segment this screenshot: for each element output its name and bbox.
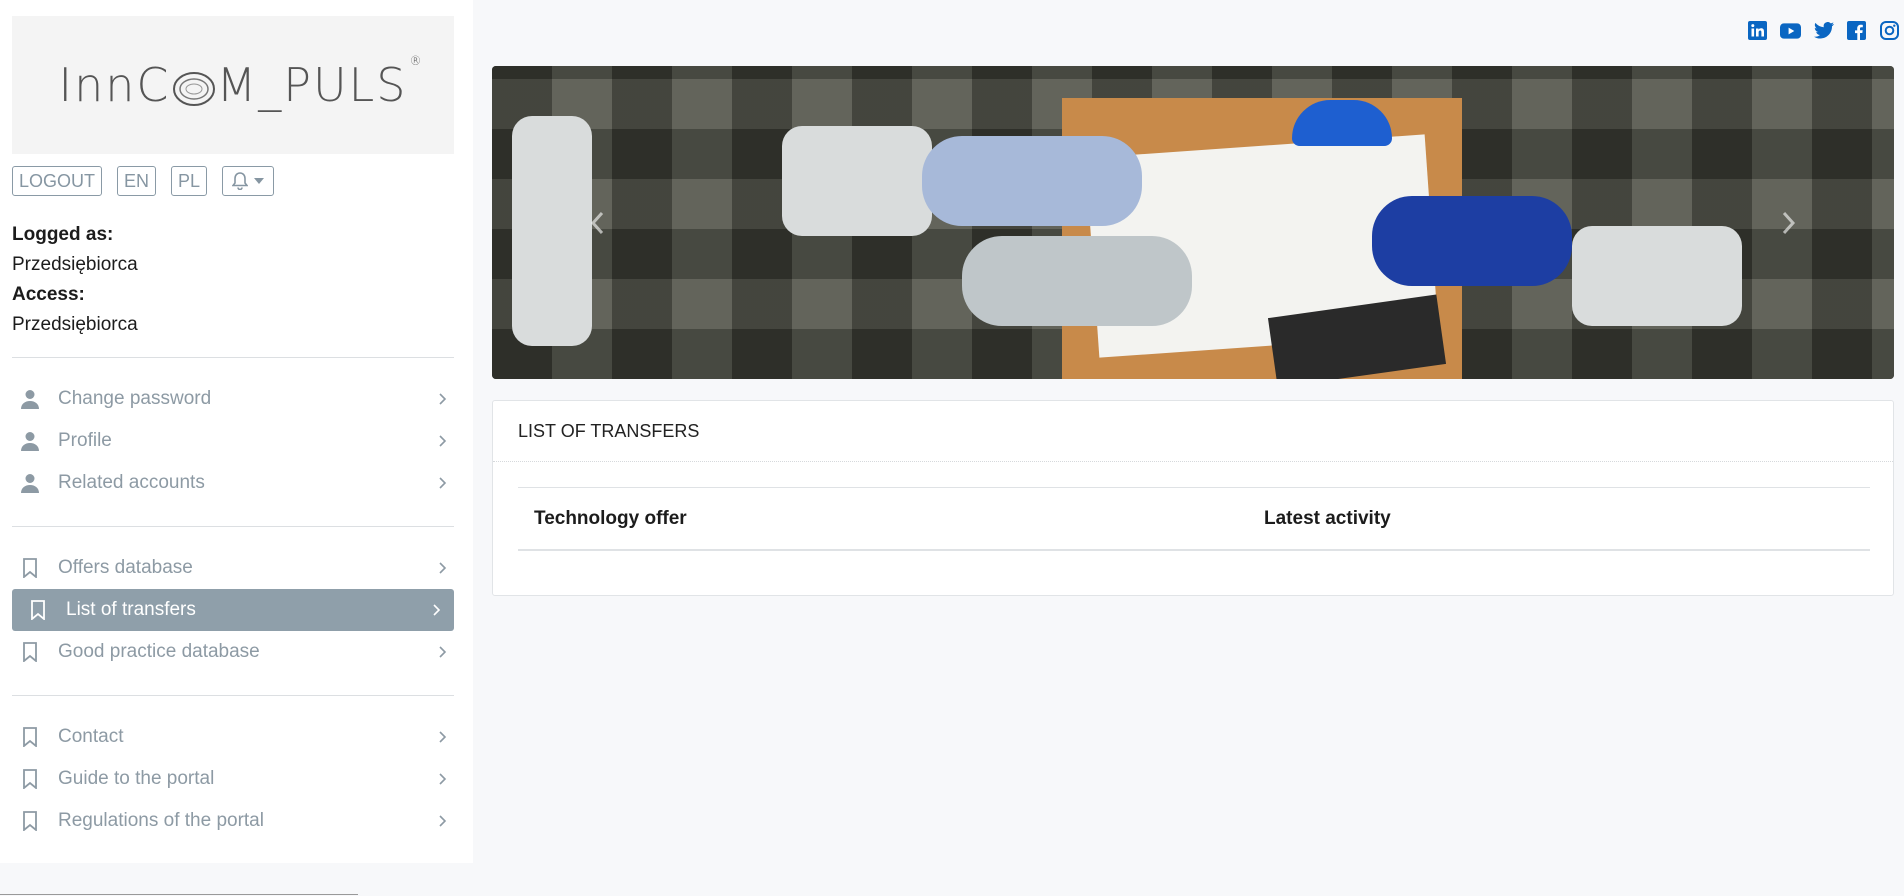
- linkedin-icon[interactable]: [1747, 20, 1768, 41]
- carousel-next-button[interactable]: [1774, 208, 1804, 238]
- caret-down-icon: [254, 178, 265, 184]
- menu-item-label: Regulations of the portal: [58, 810, 264, 831]
- transfers-card: LIST OF TRANSFERS Technology offer Lates…: [492, 400, 1894, 596]
- logo-c-letter: C: [136, 58, 171, 112]
- column-header-latest-activity[interactable]: Latest activity: [1264, 508, 1391, 530]
- menu-item-label: Offers database: [58, 557, 193, 578]
- transfers-table-header: Technology offer Latest activity: [518, 487, 1870, 551]
- banner-chair: [782, 126, 932, 236]
- logo-text: InnC M_PULS ®: [58, 54, 422, 112]
- chevron-right-icon: [439, 646, 447, 658]
- column-header-technology-offer[interactable]: Technology offer: [534, 508, 687, 530]
- bookmark-icon: [18, 640, 42, 664]
- chevron-right-icon: [1782, 211, 1796, 234]
- menu-item-guide[interactable]: Guide to the portal: [12, 758, 454, 800]
- divider: [12, 695, 454, 696]
- divider: [12, 526, 454, 527]
- bell-icon: [232, 172, 249, 190]
- social-links: [1747, 20, 1900, 41]
- menu-item-label: Change password: [58, 388, 212, 409]
- bookmark-icon: [18, 809, 42, 833]
- carousel-prev-button[interactable]: [582, 208, 612, 238]
- menu-item-label: Profile: [58, 430, 112, 451]
- menu-item-contact[interactable]: Contact: [12, 716, 454, 758]
- sidebar: InnC M_PULS ® LOGOUT EN PL Logged as: Prz…: [0, 0, 473, 863]
- chevron-right-icon: [439, 773, 447, 785]
- access-value: Przedsiębiorca: [12, 314, 138, 335]
- banner-carousel[interactable]: [492, 66, 1894, 379]
- logout-button[interactable]: LOGOUT: [12, 166, 103, 196]
- logo-text-part-2: M_PULS: [216, 58, 408, 112]
- scrollbar-edge: [0, 894, 358, 895]
- access-label: Access:: [12, 284, 85, 305]
- menu-item-label: Good practice database: [58, 641, 260, 662]
- bookmark-icon: [18, 725, 42, 749]
- banner-person: [922, 136, 1142, 226]
- bookmark-icon: [26, 598, 50, 622]
- bookmark-icon: [18, 556, 42, 580]
- menu-item-label: Contact: [58, 726, 124, 747]
- instagram-icon[interactable]: [1879, 20, 1900, 41]
- menu-item-regulations[interactable]: Regulations of the portal: [12, 800, 454, 842]
- notifications-button[interactable]: [222, 166, 275, 196]
- user-icon: [18, 471, 42, 495]
- twitter-icon[interactable]: [1813, 20, 1834, 41]
- logged-as-value: Przedsiębiorca: [12, 254, 138, 275]
- top-buttons: LOGOUT EN PL: [12, 166, 275, 196]
- divider: [12, 357, 454, 358]
- menu-item-label: Guide to the portal: [58, 768, 215, 789]
- chevron-right-icon: [439, 731, 447, 743]
- logo-swirl-icon: [172, 71, 215, 106]
- user-info: Logged as: Przedsiębiorca Access: Przeds…: [12, 220, 138, 340]
- menu-item-related-accounts[interactable]: Related accounts: [12, 462, 454, 504]
- chevron-right-icon: [433, 604, 441, 616]
- menu-account: Change password Profile Related accounts: [12, 378, 454, 504]
- facebook-icon[interactable]: [1846, 20, 1867, 41]
- banner-shelf: [512, 116, 592, 346]
- youtube-icon[interactable]: [1780, 20, 1801, 41]
- chevron-right-icon: [439, 815, 447, 827]
- banner-chair: [1572, 226, 1742, 326]
- card-title: LIST OF TRANSFERS: [493, 401, 1893, 462]
- lang-pl-button[interactable]: PL: [171, 166, 208, 196]
- menu-info: Contact Guide to the portal Regulations …: [12, 716, 454, 842]
- logo-text-part-1: Inn: [58, 58, 137, 112]
- banner-person: [1372, 196, 1572, 286]
- chevron-right-icon: [439, 393, 447, 405]
- menu-item-profile[interactable]: Profile: [12, 420, 454, 462]
- registered-mark: ®: [409, 54, 424, 68]
- menu-item-label: Related accounts: [58, 472, 205, 493]
- menu-item-offers-database[interactable]: Offers database: [12, 547, 454, 589]
- menu-item-change-password[interactable]: Change password: [12, 378, 454, 420]
- user-icon: [18, 387, 42, 411]
- banner-person: [962, 236, 1192, 326]
- bookmark-icon: [18, 767, 42, 791]
- lang-en-button[interactable]: EN: [117, 166, 157, 196]
- menu-item-list-of-transfers[interactable]: List of transfers: [12, 589, 454, 631]
- chevron-right-icon: [439, 477, 447, 489]
- logo[interactable]: InnC M_PULS ®: [12, 16, 454, 154]
- logged-as-label: Logged as:: [12, 224, 114, 245]
- chevron-right-icon: [439, 435, 447, 447]
- user-icon: [18, 429, 42, 453]
- menu-item-label: List of transfers: [66, 599, 196, 620]
- menu-databases: Offers database List of transfers Good p…: [12, 547, 454, 673]
- menu-item-good-practice-database[interactable]: Good practice database: [12, 631, 454, 673]
- chevron-left-icon: [590, 211, 604, 234]
- chevron-right-icon: [439, 562, 447, 574]
